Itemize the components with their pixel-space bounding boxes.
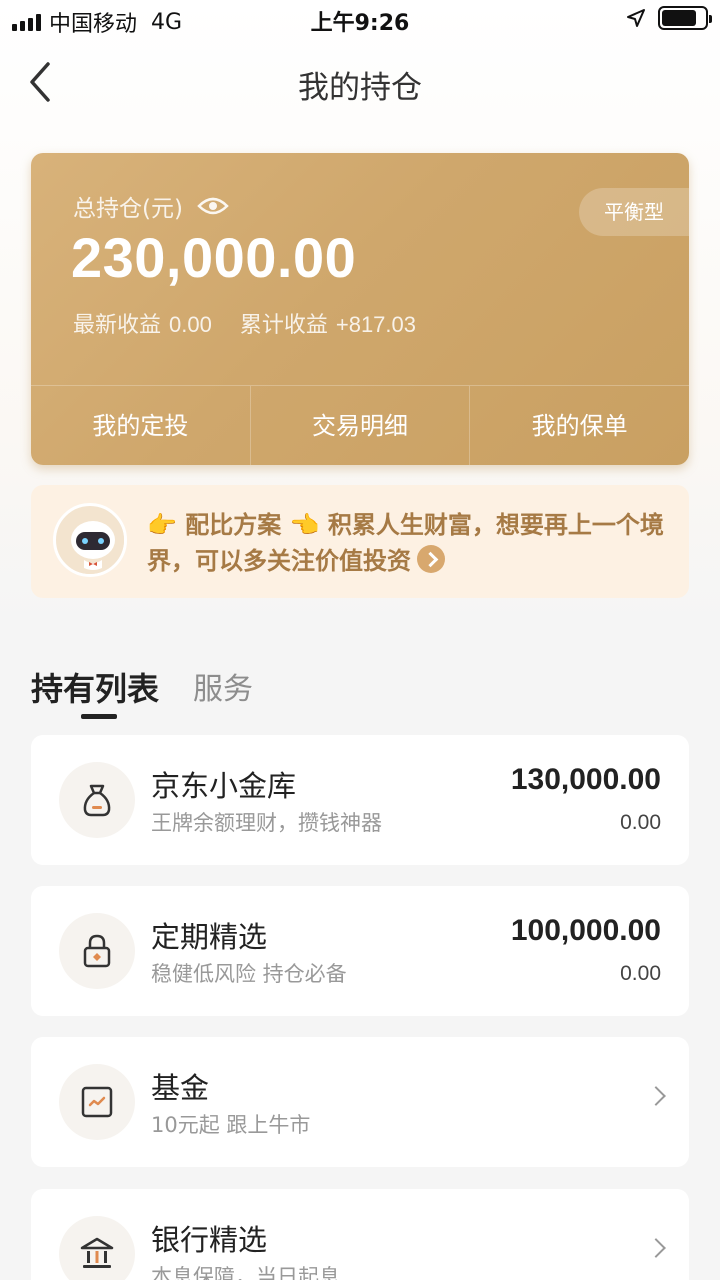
eye-icon[interactable] bbox=[197, 195, 229, 217]
holding-name: 京东小金库 bbox=[151, 769, 297, 803]
holding-income: 0.00 bbox=[620, 962, 661, 985]
tab-holdings-list[interactable]: 持有列表 bbox=[31, 664, 160, 719]
card-actions: 我的定投 交易明细 我的保单 bbox=[31, 385, 689, 465]
page-title: 我的持仓 bbox=[298, 70, 422, 106]
status-bar: 中国移动 4G 上午9:26 bbox=[0, 0, 720, 40]
total-income-label: 累计收益 bbox=[239, 313, 328, 338]
holding-income: 0.00 bbox=[620, 811, 661, 834]
chart-icon bbox=[59, 1064, 135, 1140]
location-icon bbox=[627, 9, 645, 27]
allocation-tip-banner[interactable]: 👉 配比方案 👈 积累人生财富，想要再上一个境界，可以多关注价值投资 bbox=[31, 485, 689, 598]
holding-item-funds[interactable]: 基金 10元起 跟上牛市 bbox=[31, 1037, 689, 1167]
holding-desc: 10元起 跟上牛市 bbox=[151, 1113, 311, 1137]
tab-services[interactable]: 服务 bbox=[193, 664, 253, 710]
total-income: 累计收益 +817.03 bbox=[240, 307, 416, 339]
tip-message: 👉 配比方案 👈 积累人生财富，想要再上一个境界，可以多关注价值投资 bbox=[147, 511, 664, 575]
total-income-value: +817.03 bbox=[335, 312, 416, 337]
tab-holdings-list-label: 持有列表 bbox=[31, 670, 160, 708]
holding-desc: 王牌余额理财，攒钱神器 bbox=[151, 811, 382, 835]
money-bag-icon bbox=[59, 762, 135, 838]
holding-amount: 100,000.00 bbox=[510, 914, 661, 947]
chevron-right-icon bbox=[646, 1238, 666, 1258]
tip-text: 👉 配比方案 👈 积累人生财富，想要再上一个境界，可以多关注价值投资 bbox=[147, 507, 667, 579]
nav-bar: 我的持仓 bbox=[0, 48, 720, 116]
active-tab-indicator bbox=[81, 714, 117, 719]
latest-income-value: 0.00 bbox=[169, 312, 212, 337]
holding-desc: 稳健低风险 持仓必备 bbox=[151, 962, 347, 986]
holding-item-fixed-term[interactable]: 定期精选 稳健低风险 持仓必备 100,000.00 0.00 bbox=[31, 886, 689, 1016]
transaction-details-button[interactable]: 交易明细 bbox=[251, 386, 471, 465]
holding-name: 定期精选 bbox=[151, 920, 268, 954]
my-policies-button[interactable]: 我的保单 bbox=[470, 386, 689, 465]
income-stats: 最新收益 0.00 累计收益 +817.03 bbox=[73, 307, 416, 339]
latest-income-label: 最新收益 bbox=[73, 313, 162, 338]
holding-item-jd-vault[interactable]: 京东小金库 王牌余额理财，攒钱神器 130,000.00 0.00 bbox=[31, 735, 689, 865]
status-time: 上午9:26 bbox=[310, 11, 410, 36]
holdings-summary-card: 总持仓(元) 平衡型 230,000.00 最新收益 0.00 累计收益 +817.… bbox=[31, 153, 689, 465]
holding-name: 基金 bbox=[151, 1071, 210, 1105]
my-auto-invest-button[interactable]: 我的定投 bbox=[31, 386, 251, 465]
chevron-right-icon bbox=[646, 1086, 666, 1106]
total-holdings-label: 总持仓(元) bbox=[73, 196, 183, 222]
holding-item-bank-select[interactable]: 银行精选 本息保障，当日起息 bbox=[31, 1189, 689, 1280]
latest-income: 最新收益 0.00 bbox=[73, 307, 212, 339]
holding-amount: 130,000.00 bbox=[510, 763, 661, 796]
total-holdings-amount: 230,000.00 bbox=[71, 226, 357, 289]
risk-type-badge[interactable]: 平衡型 bbox=[579, 188, 689, 236]
total-holdings-label-row: 总持仓(元) bbox=[73, 189, 229, 223]
robot-avatar-icon bbox=[53, 503, 127, 577]
holding-name: 银行精选 bbox=[151, 1223, 268, 1257]
bank-icon bbox=[59, 1216, 135, 1280]
holdings-tabs: 持有列表 服务 bbox=[31, 650, 253, 719]
circle-arrow-right-icon[interactable] bbox=[417, 545, 445, 573]
battery-icon bbox=[658, 6, 712, 30]
lock-icon bbox=[59, 913, 135, 989]
holding-desc: 本息保障，当日起息 bbox=[151, 1265, 340, 1280]
